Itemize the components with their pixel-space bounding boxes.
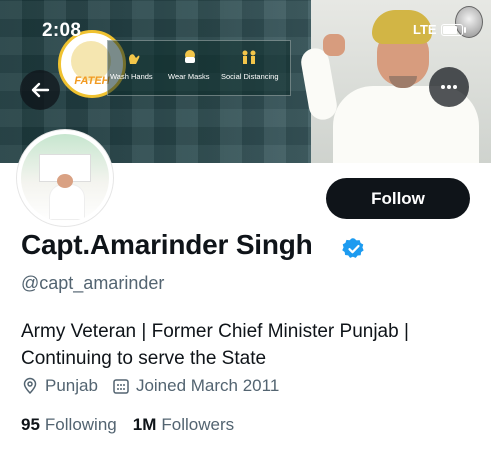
arrow-left-icon <box>31 82 50 98</box>
battery-icon <box>441 24 466 36</box>
network-indicator: LTE <box>413 22 437 37</box>
campaign-item-social-distancing: Social Distancing <box>221 72 279 81</box>
verified-badge-icon <box>342 238 364 258</box>
following-label: Following <box>44 415 117 434</box>
profile-avatar[interactable] <box>17 130 113 226</box>
social-distancing-icon <box>242 50 256 64</box>
following-count: 95 <box>21 415 40 434</box>
mask-icon <box>185 50 195 63</box>
wash-hands-icon <box>129 54 140 64</box>
bio-line: Continuing to serve the State <box>21 348 267 369</box>
back-button[interactable] <box>20 70 60 110</box>
location-pin-icon <box>23 377 37 395</box>
profile-name: Capt.Amarinder Singh <box>21 229 313 260</box>
bio-line: Army Veteran | Former Chief Minister Pun… <box>21 321 409 342</box>
profile-location: Punjab <box>45 376 98 395</box>
more-horizontal-icon <box>441 85 457 89</box>
followers-link[interactable]: 1M Followers <box>133 415 234 435</box>
campaign-item-wear-masks: Wear Masks <box>168 72 210 81</box>
profile-joined-date: Joined March 2011 <box>135 376 280 395</box>
followers-count: 1M <box>132 415 157 434</box>
follow-button[interactable]: Follow <box>326 178 470 219</box>
calendar-icon <box>113 379 129 394</box>
profile-handle: @capt_amarinder <box>21 273 165 293</box>
status-time: 2:08 <box>42 20 82 41</box>
campaign-strip: Wash Hands Wear Masks Social Distancing <box>107 40 291 96</box>
following-link[interactable]: 95 Following <box>21 415 117 435</box>
campaign-item-wash-hands: Wash Hands <box>110 72 153 81</box>
profile-stats: 95 Following 1M Followers <box>21 415 250 435</box>
profile-bio: Army Veteran | Former Chief Minister Pun… <box>21 318 471 372</box>
profile-meta: Punjab Joined March 2011 <box>21 376 279 396</box>
followers-label: Followers <box>161 415 235 434</box>
more-options-button[interactable] <box>429 67 469 107</box>
